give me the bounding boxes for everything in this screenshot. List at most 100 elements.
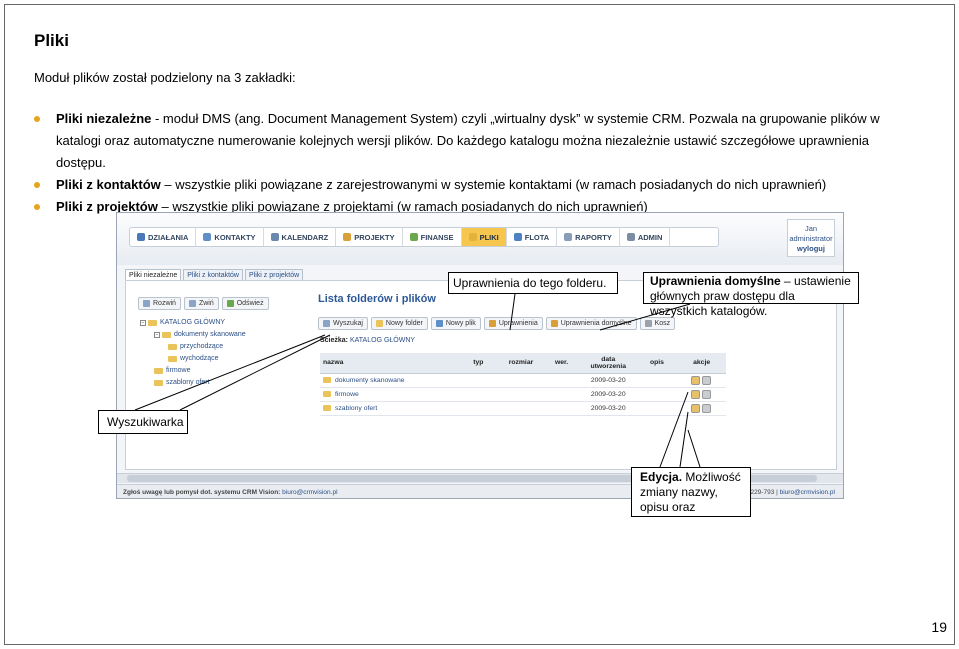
nav-kontakty[interactable]: KONTAKTY [196,228,264,246]
user-role: administrator [789,234,833,243]
logout-link[interactable]: wyloguj [788,244,834,254]
breadcrumb-root[interactable]: KATALOG GŁÓWNY [350,337,415,344]
date-cell: 2009-03-20 [579,401,637,416]
files-table: nazwa typ rozmiar wer. data utworzenia opis ak… [320,353,726,416]
empty-cell [543,387,580,402]
actions-cell [677,373,726,388]
tree-node[interactable]: przychodzące [140,341,246,353]
folder-icon [168,356,177,362]
refresh-icon [226,300,234,307]
column-header[interactable]: typ [458,353,499,374]
status-email-left[interactable]: biuro@crmvision.pl [282,489,337,496]
table-row[interactable]: szablony ofert 2009-03-20 [320,401,726,416]
folder-icon [323,376,331,383]
column-header[interactable]: data utworzenia [579,353,637,374]
new-file-button[interactable]: Nowy plik [430,317,481,330]
nav-finanse[interactable]: FINANSE [403,228,462,246]
folder-icon [323,390,331,397]
page-title: Pliki [34,31,69,50]
default-permissions-button[interactable]: Uprawnienia domyślne [545,317,637,330]
status-right: 229-793 | biuro@crmvision.pl [750,489,835,496]
status-phone: 229-793 [750,489,775,496]
folder-icon [154,368,163,374]
column-header[interactable]: wer. [543,353,580,374]
empty-cell [543,401,580,416]
column-header[interactable]: opis [636,353,678,374]
search-button[interactable]: Wyszukaj [318,317,368,330]
actions-cell [677,387,726,402]
nav-projekty[interactable]: PROJEKTY [336,228,403,246]
edit-icon[interactable] [690,403,700,413]
nav-icon [343,233,352,241]
actions-cell [677,401,726,416]
folder-icon [154,380,163,386]
delete-icon[interactable] [701,375,711,385]
tree-node[interactable]: szablony ofert [140,377,246,389]
folder-icon [168,344,177,350]
nav-kalendarz[interactable]: KALENDARZ [264,228,337,246]
edit-icon[interactable] [690,375,700,385]
nav-icon [203,233,212,241]
key-default-icon [550,320,558,327]
new-file-icon [435,320,443,327]
callout-edit: Edycja. Możliwość zmiany nazwy, opisu or… [631,467,751,517]
folder-icon [162,332,171,338]
empty-cell [458,373,499,388]
callout-search: Wyszukiwarka [98,410,188,434]
delete-icon[interactable] [701,389,711,399]
empty-cell [636,401,678,416]
expand-button[interactable]: Rozwiń [138,297,181,310]
nav-flota[interactable]: FLOTA [507,228,558,246]
empty-cell [636,373,678,388]
user-name: Jan [804,224,818,233]
status-email-right[interactable]: biuro@crmvision.pl [780,489,835,496]
callout-folder-permissions: Uprawnienia do tego folderu. [448,272,618,294]
empty-cell [543,373,580,388]
page-number: 19 [931,619,947,635]
nav-icon [564,233,573,241]
empty-cell [636,387,678,402]
empty-cell [458,387,499,402]
column-header[interactable]: akcje [677,353,726,374]
nav-icon [137,233,145,241]
folder-tree: − KATALOG GŁÓWNY − dokumenty skanowane przyc… [140,317,246,389]
tree-node[interactable]: − KATALOG GŁÓWNY [140,317,246,329]
file-toolbar: Wyszukaj Nowy folder Nowy plik Uprawnienia U… [318,317,676,330]
main-navbar: DZIAŁANIA KONTAKTY KALENDARZ PROJEKTY FINANS… [129,227,719,247]
tree-node[interactable]: − dokumenty skanowane [140,329,246,341]
nav-admin[interactable]: ADMIN [620,228,671,246]
column-header[interactable]: rozmiar [498,353,544,374]
tree-toolbar: Rozwiń Zwiń Odśwież [138,297,269,310]
collapse-toggle-icon[interactable]: − [140,320,146,326]
folder-icon [323,404,331,411]
date-cell: 2009-03-20 [579,387,637,402]
refresh-button[interactable]: Odśwież [221,297,269,310]
nav-icon [626,233,635,241]
bullet-independent-files: Pliki niezależne - moduł DMS (ang. Docum… [34,108,914,174]
tree-node[interactable]: wychodzące [140,353,246,365]
tree-node[interactable]: firmowe [140,365,246,377]
trash-icon [644,320,652,327]
empty-cell [498,373,544,388]
delete-icon[interactable] [701,403,711,413]
table-row[interactable]: firmowe 2009-03-20 [320,387,726,402]
folder-icon [148,320,157,326]
table-row[interactable]: dokumenty skanowane 2009-03-20 [320,373,726,388]
panel-title: Lista folderów i plików [318,293,436,305]
new-folder-button[interactable]: Nowy folder [370,317,428,330]
key-icon [488,320,496,327]
nav-icon [270,233,279,241]
edit-icon[interactable] [690,389,700,399]
nav-pliki[interactable]: PLIKI [461,228,507,246]
search-icon [323,320,330,327]
nav-icon [513,233,522,241]
column-header[interactable]: nazwa [320,353,459,374]
nav-raporty[interactable]: RAPORTY [557,228,620,246]
nav-icon [409,233,418,241]
nav-działania[interactable]: DZIAŁANIA [130,228,197,246]
report-label: Zgłoś uwagę lub pomysł dot. systemu CRM … [123,489,281,496]
tab-description-list: Pliki niezależne - moduł DMS (ang. Docum… [34,108,914,218]
collapse-button[interactable]: Zwiń [183,297,219,310]
permissions-button[interactable]: Uprawnienia [483,317,543,330]
collapse-toggle-icon[interactable]: − [154,332,160,338]
